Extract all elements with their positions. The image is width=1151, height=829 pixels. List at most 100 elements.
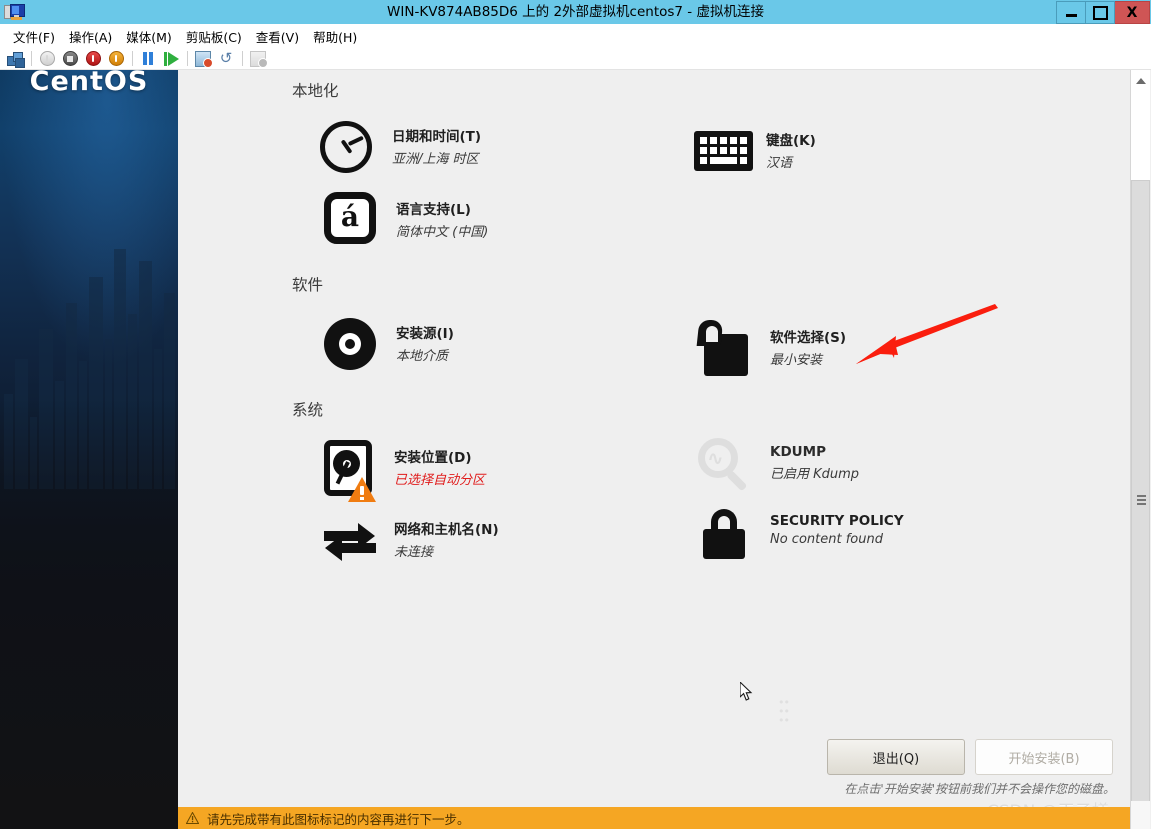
hub-item-installation-source[interactable]: 安装源(I) 本地介质	[324, 316, 454, 372]
sidebar-fade	[0, 399, 178, 829]
maximize-button[interactable]	[1086, 1, 1115, 24]
hub-item-subtitle: 亚洲/上海 时区	[392, 152, 479, 167]
language-icon: á	[324, 192, 380, 248]
warning-triangle-icon	[186, 812, 199, 824]
shutdown-icon[interactable]	[37, 49, 57, 69]
red-arrow-annotation-icon	[856, 304, 998, 364]
close-button[interactable]: X	[1115, 1, 1150, 24]
hub-item-text: 安装源(I) 本地介质	[396, 316, 454, 364]
menu-view[interactable]: 查看(V)	[249, 25, 306, 48]
hub-item-text: 语言支持(L) 简体中文 (中国)	[396, 192, 488, 240]
lock-icon	[698, 507, 754, 563]
hub-item-network-hostname[interactable]: 网络和主机名(N) 未连接	[322, 512, 499, 568]
close-icon: X	[1126, 4, 1138, 21]
vm-screen: CentOS 本地化 日期和时间(T) 亚洲/上海 时区 键盘(K) 汉语 á …	[0, 70, 1151, 829]
toolbar: ↺	[0, 48, 1151, 70]
minimize-button[interactable]	[1056, 1, 1086, 24]
warning-triangle-icon	[348, 477, 376, 502]
revert-icon[interactable]: ↺	[216, 49, 236, 69]
hub-item-title: 软件选择(S)	[770, 330, 847, 346]
toolbar-separator-2	[132, 51, 133, 66]
hub-item-software-selection[interactable]: 软件选择(S) 最小安装	[696, 320, 847, 376]
hub-item-title: 网络和主机名(N)	[394, 522, 499, 538]
start-icon[interactable]	[106, 49, 126, 69]
begin-installation-button[interactable]: 开始安装(B)	[975, 739, 1113, 775]
bottom-warning-bar: 请先完成带有此图标标记的内容再进行下一步。	[178, 807, 1131, 829]
harddisk-warning-icon	[322, 440, 378, 502]
keyboard-icon	[694, 123, 753, 179]
hub-item-subtitle: 汉语	[766, 156, 793, 171]
hub-item-text: 网络和主机名(N) 未连接	[394, 512, 499, 560]
magnifier-icon: ∿	[698, 438, 754, 494]
hub-item-security-policy[interactable]: SECURITY POLICY No content found	[698, 507, 904, 563]
scrollbar-track-top[interactable]	[1131, 70, 1150, 180]
hub-item-installation-destination[interactable]: 安装位置(D) 已选择自动分区	[322, 440, 485, 502]
enhanced-session-icon[interactable]	[248, 49, 268, 69]
reset-icon[interactable]	[83, 49, 103, 69]
window-controls: X	[1056, 1, 1150, 24]
hub-item-subtitle: 已选择自动分区	[394, 473, 486, 488]
hub-item-subtitle: 未连接	[394, 545, 434, 560]
section-title-system: 系统	[292, 401, 324, 419]
scrollbar-track-bottom[interactable]	[1131, 801, 1150, 829]
section-title-localization: 本地化	[292, 82, 339, 100]
vertical-scrollbar[interactable]	[1130, 70, 1151, 829]
menu-clipboard[interactable]: 剪贴板(C)	[179, 25, 249, 48]
quit-button[interactable]: 退出(Q)	[827, 739, 965, 775]
hub-item-text: KDUMP 已启用 Kdump	[770, 438, 859, 482]
hub-item-text: 键盘(K) 汉语	[766, 123, 816, 171]
toolbar-separator-4	[242, 51, 243, 66]
bottom-warning-text: 请先完成带有此图标标记的内容再进行下一步。	[207, 811, 470, 827]
clock-icon	[320, 119, 376, 175]
scroll-up-arrow-icon[interactable]	[1136, 78, 1146, 84]
hub-item-title: 安装源(I)	[396, 326, 454, 342]
checkpoint-icon[interactable]	[193, 49, 213, 69]
hub-item-text: 日期和时间(T) 亚洲/上海 时区	[392, 119, 481, 167]
footer-note: 在点击'开始安装'按钮前我们并不会操作您的磁盘。	[844, 782, 1115, 796]
centos-logo: CentOS	[29, 70, 149, 97]
window-title: WIN-KV874AB85D6 上的 2外部虚拟机centos7 - 虚拟机连接	[387, 4, 764, 20]
package-icon	[696, 320, 754, 376]
hub-item-title: 语言支持(L)	[396, 202, 471, 218]
scrollbar-thumb[interactable]	[1131, 180, 1150, 820]
turn-off-icon[interactable]	[60, 49, 80, 69]
disc-icon	[324, 316, 380, 372]
pause-icon[interactable]	[138, 49, 158, 69]
menu-file[interactable]: 文件(F)	[6, 25, 62, 48]
menu-help[interactable]: 帮助(H)	[306, 25, 364, 48]
hub-item-keyboard[interactable]: 键盘(K) 汉语	[694, 123, 816, 179]
hub-item-title: 日期和时间(T)	[392, 129, 482, 145]
minimize-icon	[1065, 14, 1077, 17]
installer-sidebar-artwork: CentOS	[0, 70, 178, 829]
network-arrows-icon	[322, 512, 378, 568]
resume-icon[interactable]	[161, 49, 181, 69]
hub-item-title: 键盘(K)	[766, 133, 816, 149]
hub-item-date-time[interactable]: 日期和时间(T) 亚洲/上海 时区	[320, 119, 481, 175]
hub-item-subtitle: 已启用 Kdump	[770, 467, 860, 482]
toolbar-separator-3	[187, 51, 188, 66]
virtual-machine-icon	[3, 2, 25, 22]
toolbar-separator	[31, 51, 32, 66]
mouse-cursor-icon	[740, 682, 753, 701]
footer-button-row: 退出(Q) 开始安装(B)	[827, 739, 1113, 775]
hub-item-title: KDUMP	[770, 444, 826, 460]
virtual-machine-connection-window: WIN-KV874AB85D6 上的 2外部虚拟机centos7 - 虚拟机连接…	[0, 0, 1151, 829]
hub-item-subtitle: 最小安装	[770, 353, 823, 368]
ctrl-alt-del-icon[interactable]	[5, 49, 25, 69]
hub-item-title: 安装位置(D)	[394, 450, 472, 466]
menu-bar: 文件(F) 操作(A) 媒体(M) 剪贴板(C) 查看(V) 帮助(H)	[0, 24, 1151, 48]
section-title-software: 软件	[292, 276, 324, 294]
hub-item-language-support[interactable]: á 语言支持(L) 简体中文 (中国)	[324, 192, 488, 248]
hub-item-title: SECURITY POLICY	[770, 513, 904, 529]
menu-action[interactable]: 操作(A)	[62, 25, 119, 48]
maximize-icon	[1092, 5, 1108, 20]
hub-item-subtitle: No content found	[770, 532, 883, 547]
ghost-watermark-artifact: •• •• ••	[778, 696, 790, 727]
menu-media[interactable]: 媒体(M)	[119, 25, 179, 48]
scrollbar-grip-icon	[1137, 495, 1146, 505]
window-titlebar: WIN-KV874AB85D6 上的 2外部虚拟机centos7 - 虚拟机连接…	[0, 0, 1151, 24]
hub-item-subtitle: 简体中文 (中国)	[396, 225, 489, 240]
hub-item-text: SECURITY POLICY No content found	[770, 507, 904, 547]
hub-item-text: 安装位置(D) 已选择自动分区	[394, 440, 485, 488]
hub-item-kdump[interactable]: ∿ KDUMP 已启用 Kdump	[698, 438, 859, 494]
